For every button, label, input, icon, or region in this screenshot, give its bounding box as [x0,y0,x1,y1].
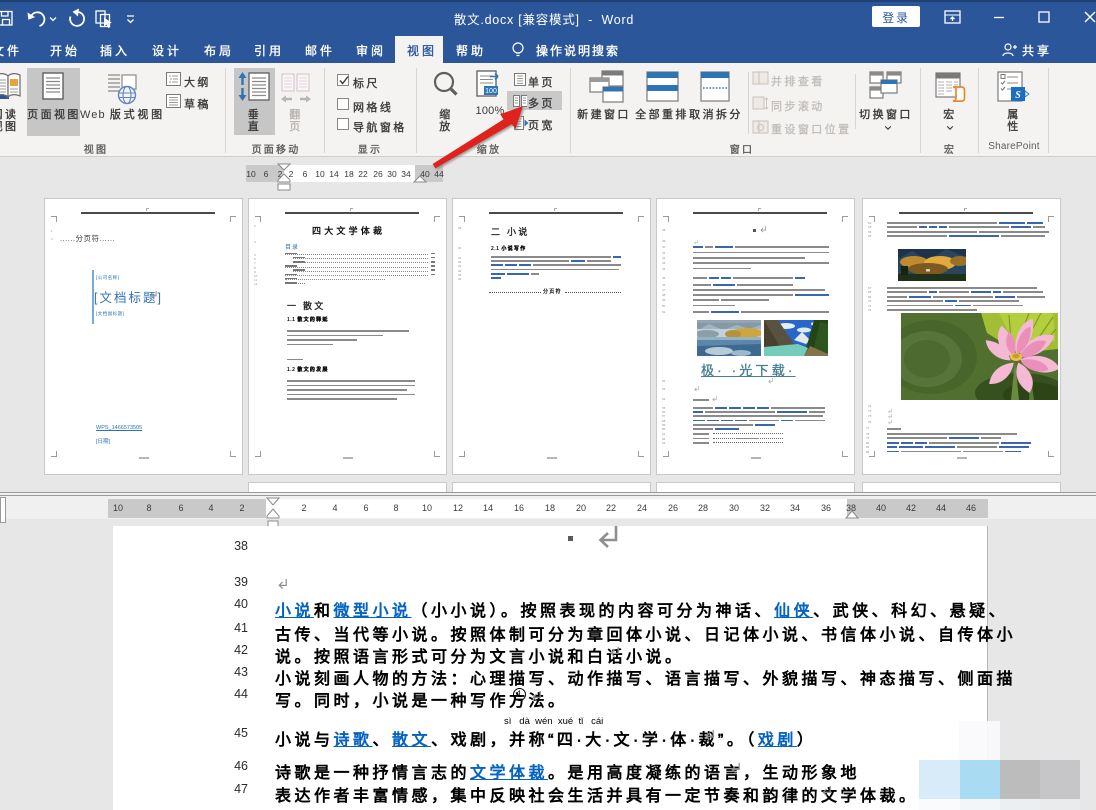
svg-text:100: 100 [485,88,497,95]
svg-text:S: S [1015,90,1021,101]
